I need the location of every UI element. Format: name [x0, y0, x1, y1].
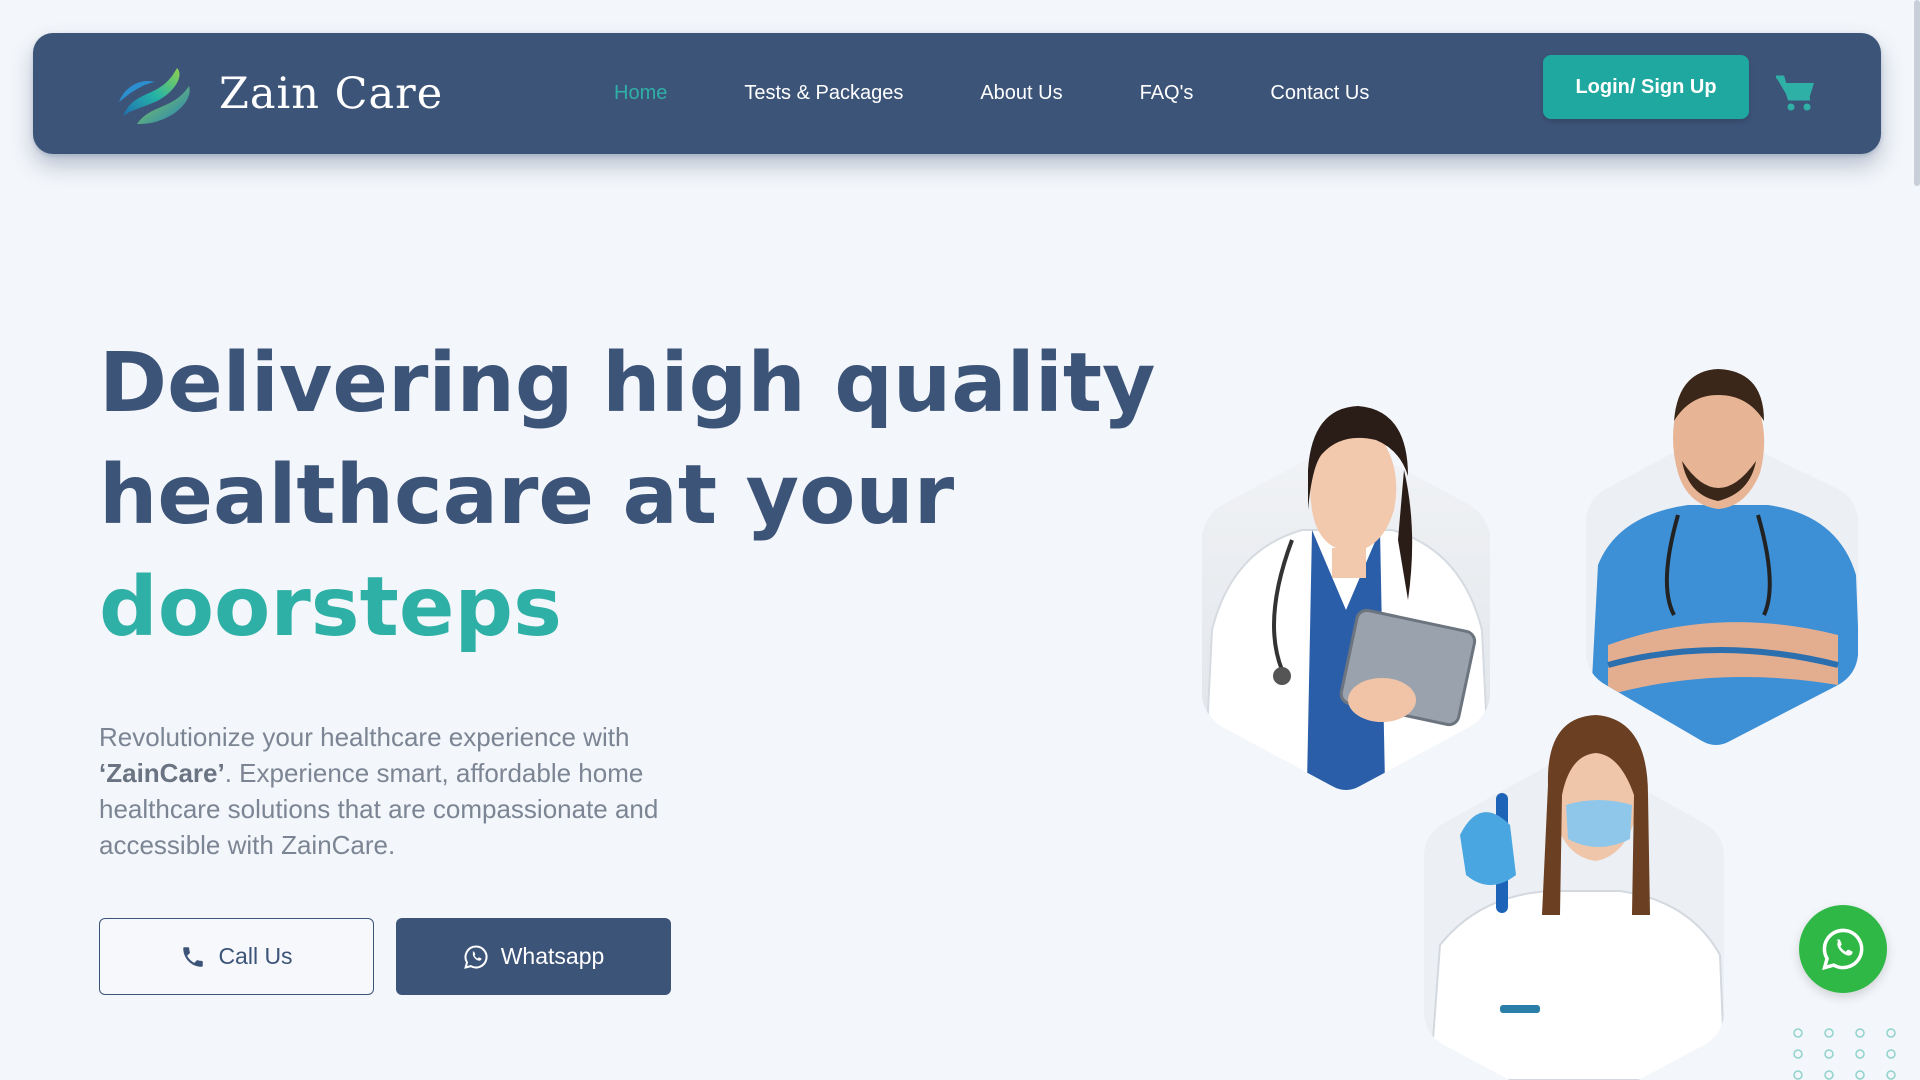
whatsapp-label: Whatsapp — [500, 943, 605, 969]
logo-icon — [119, 68, 190, 124]
hero-heading-line-2: healthcare at your — [99, 448, 955, 543]
male-nurse-image — [1586, 369, 1858, 745]
lab-technician-image — [1424, 715, 1724, 1080]
nav-item-about-us[interactable]: About Us — [980, 82, 1062, 105]
page-scrollbar[interactable] — [1914, 0, 1920, 186]
whatsapp-button[interactable]: Whatsapp — [396, 918, 671, 995]
floating-whatsapp-button[interactable] — [1799, 905, 1887, 993]
main-nav: Home Tests & Packages About Us FAQ's Con… — [614, 33, 1369, 154]
nav-item-contact-us[interactable]: Contact Us — [1270, 82, 1369, 105]
cart-icon[interactable] — [1774, 73, 1818, 113]
hero-heading: Delivering high quality healthcare at yo… — [99, 328, 1156, 664]
phone-icon — [183, 946, 204, 967]
top-navbar: Zain Care Home Tests & Packages About Us… — [33, 33, 1881, 154]
brand-name: Zain Care — [219, 69, 444, 119]
whatsapp-icon — [463, 944, 488, 969]
whatsapp-icon — [1822, 928, 1864, 971]
brand-logo[interactable]: Zain Care — [115, 55, 443, 133]
nav-item-tests-packages[interactable]: Tests & Packages — [744, 82, 903, 105]
hero-description-brand: ‘ZainCare’ — [99, 758, 225, 788]
hero-description: Revolutionize your healthcare experience… — [99, 719, 699, 863]
call-us-label: Call Us — [218, 943, 293, 969]
call-us-button[interactable]: Call Us — [99, 918, 374, 995]
login-signup-button[interactable]: Login/ Sign Up — [1543, 55, 1749, 119]
nav-item-home[interactable]: Home — [614, 82, 667, 105]
decorative-dots — [1793, 1028, 1896, 1080]
hero-description-part-1: Revolutionize your healthcare experience… — [99, 722, 630, 752]
hero-heading-accent: doorsteps — [99, 560, 562, 655]
hero-heading-line-1: Delivering high quality — [99, 336, 1156, 431]
nav-item-faqs[interactable]: FAQ's — [1140, 82, 1194, 105]
